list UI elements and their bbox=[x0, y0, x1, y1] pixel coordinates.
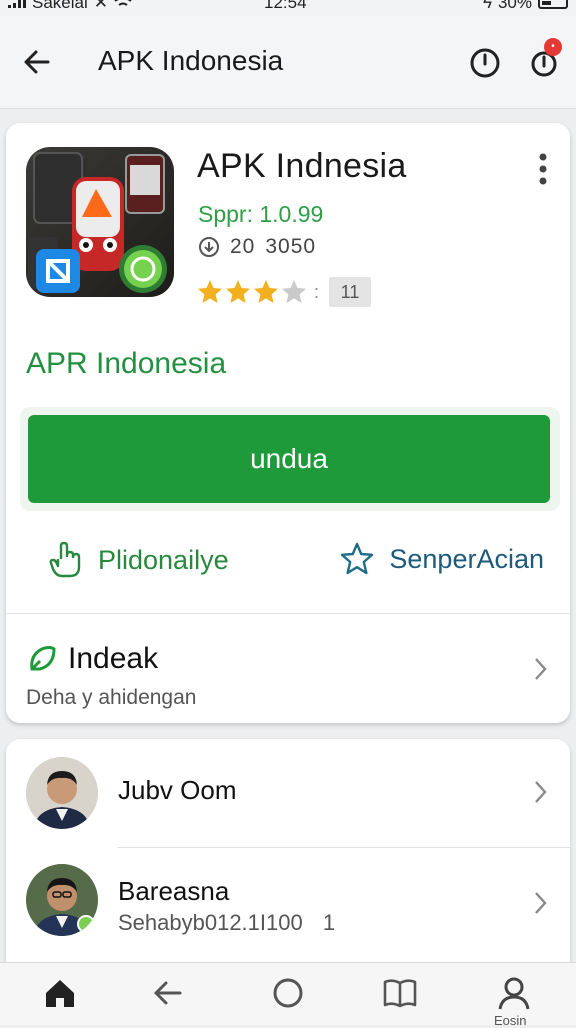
app-icon-graphic bbox=[28, 152, 167, 293]
battery-icon bbox=[538, 0, 568, 9]
star-icon bbox=[226, 280, 250, 303]
downloads-prefix: 20 bbox=[230, 235, 256, 258]
download-button[interactable]: undua bbox=[28, 415, 550, 503]
downloads-value: 3050 bbox=[265, 235, 317, 258]
app-icon bbox=[26, 147, 174, 297]
profile-icon[interactable] bbox=[494, 973, 534, 1013]
list-card: Jubv Oom Bareasna Sehabyb012.1I100 1 bbox=[6, 739, 570, 979]
carrier-name: Sakelal bbox=[32, 0, 88, 12]
info-row[interactable]: Indeak Deha y ahidengan bbox=[6, 614, 570, 723]
info-subtitle: Deha y ahidengan bbox=[26, 686, 197, 709]
rating-separator: : bbox=[314, 281, 320, 302]
app-name: APK Indnesia bbox=[197, 147, 407, 185]
action-left-label: Plidonailye bbox=[98, 544, 229, 575]
downloads-row: 20 3050 bbox=[198, 235, 316, 259]
list-item[interactable]: Bareasna Sehabyb012.1I100 1 bbox=[6, 848, 570, 979]
list-item-name: Jubv Oom bbox=[118, 775, 237, 805]
download-button-wrap: undua bbox=[20, 407, 560, 511]
action-right-label: SenperAcian bbox=[389, 543, 544, 574]
rating-row: : 11 bbox=[196, 277, 372, 307]
notification-badge: • bbox=[544, 38, 562, 56]
close-x-icon: ✕ bbox=[93, 0, 109, 12]
power-info-icon[interactable] bbox=[466, 44, 504, 82]
publisher-name[interactable]: APR Indonesia bbox=[26, 347, 226, 381]
action-left-button[interactable]: Plidonailye bbox=[48, 541, 229, 579]
star-outline-icon bbox=[341, 542, 374, 575]
rating-stars bbox=[198, 280, 306, 303]
app-bar: APK Indonesia bbox=[0, 16, 576, 109]
list-item-subtitle-suffix: 1 bbox=[322, 910, 336, 935]
list-item-name: Bareasna bbox=[118, 876, 230, 906]
home-icon[interactable] bbox=[40, 973, 80, 1013]
wifi-icon bbox=[114, 0, 132, 6]
star-icon bbox=[282, 280, 306, 303]
hand-tap-icon bbox=[49, 541, 81, 578]
signal-icon bbox=[8, 0, 26, 8]
status-time: 12:54 bbox=[264, 0, 307, 12]
star-icon bbox=[198, 280, 222, 303]
app-detail-card: APK Indnesia Sppr: 1.0.99 20 3050 : 11 A… bbox=[6, 123, 570, 723]
home-circle-icon[interactable] bbox=[268, 973, 308, 1013]
book-icon[interactable] bbox=[380, 973, 420, 1013]
app-version: Sppr: 1.0.99 bbox=[198, 201, 324, 227]
info-title: Indeak bbox=[26, 642, 158, 676]
action-right-button[interactable]: SenperAcian bbox=[339, 541, 544, 577]
rating-count-badge: 11 bbox=[329, 277, 372, 307]
refresh-leaf-icon bbox=[30, 646, 56, 671]
profile-nav-label: Eosin bbox=[494, 1013, 527, 1028]
list-item-subtitle: Sehabyb012.1I100 1 bbox=[118, 910, 335, 936]
status-bar: Sakelal ✕ 12:54 ϟ 30% bbox=[0, 0, 576, 16]
app-bar-title: APK Indonesia bbox=[98, 45, 284, 76]
chevron-right-icon bbox=[535, 781, 547, 803]
battery-percent: 30% bbox=[497, 0, 532, 12]
chevron-right-icon bbox=[535, 892, 547, 914]
avatar bbox=[26, 864, 98, 936]
avatar bbox=[26, 757, 98, 829]
download-count-icon bbox=[199, 237, 219, 257]
back-arrow-icon[interactable] bbox=[148, 973, 188, 1013]
bottom-navigation: Eosin bbox=[0, 962, 576, 1028]
more-options-icon[interactable] bbox=[530, 149, 556, 189]
star-icon bbox=[254, 280, 278, 303]
list-item[interactable]: Jubv Oom bbox=[6, 739, 570, 848]
charging-icon: ϟ bbox=[482, 0, 492, 12]
list-item-subtitle-text: Sehabyb012.1I100 bbox=[118, 910, 303, 935]
back-arrow-icon[interactable] bbox=[18, 42, 58, 82]
chevron-right-icon bbox=[535, 658, 547, 680]
info-title-text: Indeak bbox=[68, 642, 159, 675]
